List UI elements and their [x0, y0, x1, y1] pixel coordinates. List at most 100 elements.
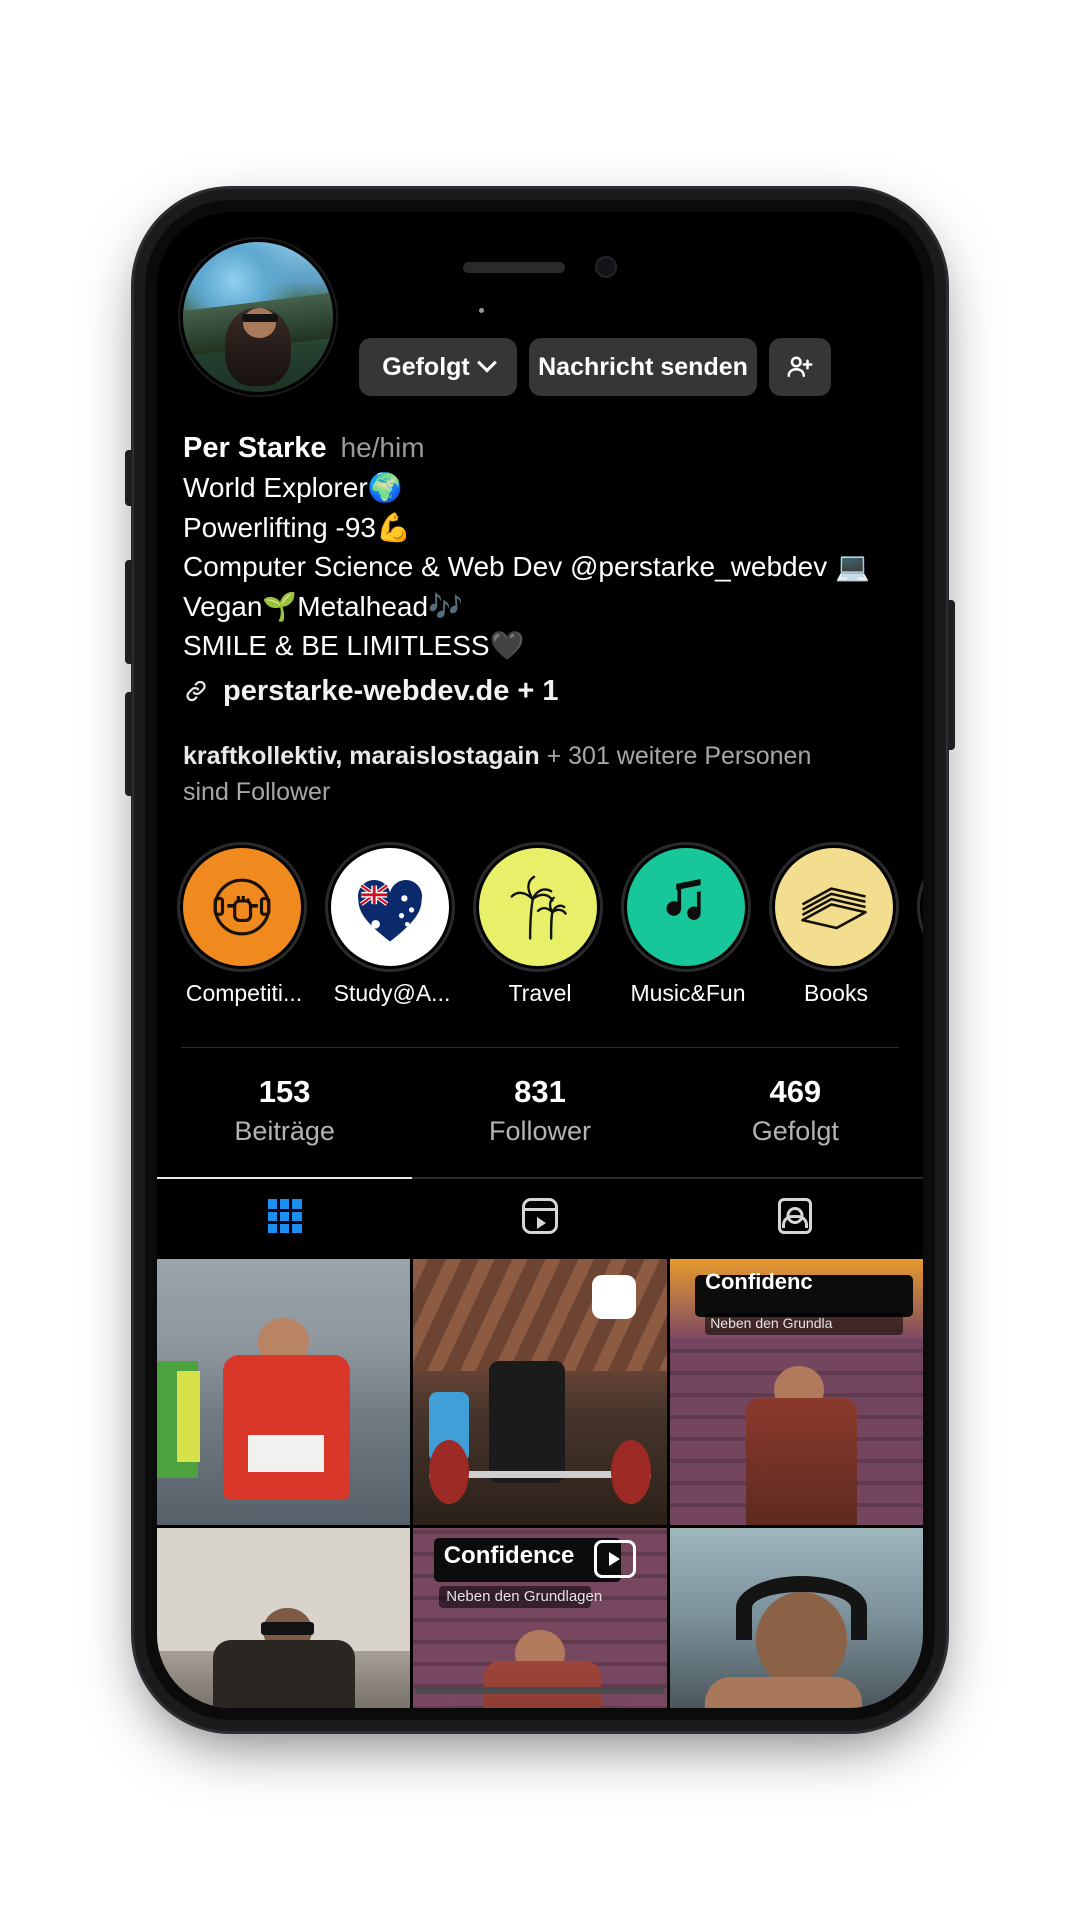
stat-posts[interactable]: 153 Beiträge — [157, 1074, 412, 1147]
post-overlay-subtitle: Neben den Grundla — [710, 1315, 833, 1332]
stat-label: Follower — [488, 1116, 591, 1147]
post-weight-plate — [610, 1440, 652, 1505]
external-link[interactable]: perstarke-webdev.de + 1 — [183, 675, 897, 708]
highlight-cover — [775, 848, 893, 967]
post-thumbnail[interactable] — [413, 1259, 667, 1526]
post-subject-body — [745, 1397, 858, 1526]
post-grid: Confidenc Neben den Grundla Confidence N… — [157, 1253, 923, 1708]
content-tabs — [157, 1177, 923, 1253]
highlight-books[interactable]: Books — [775, 848, 897, 1007]
bio-line-4: Vegan🌱Metalhead🎶 — [183, 590, 463, 622]
tab-grid[interactable] — [157, 1179, 412, 1253]
bio-line-3: Computer Science & Web Dev @perstarke_we… — [183, 551, 870, 583]
grid-icon — [267, 1199, 302, 1234]
highlight-label: Books — [804, 980, 868, 1007]
volume-down-button[interactable] — [125, 692, 132, 796]
stat-value: 831 — [514, 1074, 566, 1110]
stat-value: 469 — [769, 1074, 822, 1110]
highlight-label: Study@A... — [333, 980, 451, 1007]
link-chain-icon — [186, 681, 206, 702]
stat-label: Gefolgt — [751, 1116, 839, 1147]
display-name: Per Starke — [183, 432, 327, 464]
volume-up-button[interactable] — [125, 560, 132, 664]
avatar-sunglasses — [241, 314, 278, 322]
front-camera — [595, 256, 617, 278]
bio-line-1: World Explorer🌍 — [183, 472, 403, 503]
open-book-icon — [801, 887, 867, 930]
link-label: perstarke-webdev.de + 1 — [223, 674, 559, 707]
australia-flag-heart-icon — [357, 880, 423, 942]
screenshot-stage: Gefolgt Nachricht senden Per Starke he/h… — [0, 0, 1080, 1920]
avatar-face — [243, 308, 276, 338]
bio-section: Per Starke he/him World Explorer🌍 Powerl… — [157, 396, 923, 708]
post-thumbnail[interactable]: Confidenc Neben den Grundla — [669, 1259, 923, 1526]
highlight-competitions[interactable]: Competiti... — [183, 848, 305, 1007]
post-overlay-subtitle: Neben den Grundlagen — [446, 1588, 603, 1606]
stat-label: Beiträge — [234, 1116, 335, 1147]
carousel-icon — [592, 1275, 637, 1320]
tab-underline — [157, 1177, 923, 1180]
post-subject-glasses — [260, 1621, 315, 1635]
highlight-label: Music&Fun — [630, 980, 746, 1007]
reels-icon — [521, 1198, 558, 1235]
music-notes-icon — [666, 879, 701, 921]
power-button[interactable] — [948, 600, 955, 750]
followed-button[interactable]: Gefolgt — [359, 338, 517, 396]
mutual-followers[interactable]: kraftkollektiv, maraislostagain + 301 we… — [157, 708, 857, 811]
add-user-button[interactable] — [769, 338, 831, 396]
highlight-cover — [183, 848, 301, 967]
post-overlay-title: Confidenc — [705, 1269, 813, 1295]
dumbbell-fist-icon — [213, 879, 271, 936]
highlight-travel[interactable]: Travel — [479, 848, 601, 1007]
post-thumbnail[interactable] — [157, 1259, 411, 1526]
post-subject-body — [212, 1640, 355, 1708]
highlight-label: Competiti... — [185, 980, 303, 1007]
profile-header: Gefolgt Nachricht senden — [157, 212, 923, 396]
stat-followers[interactable]: 831 Follower — [412, 1074, 667, 1147]
tabs-row — [157, 1179, 923, 1253]
tab-tagged[interactable] — [668, 1179, 923, 1253]
highlight-cover — [627, 848, 745, 967]
chevron-down-icon — [476, 352, 497, 373]
bio-line-2: Powerlifting -93💪 — [183, 511, 411, 543]
post-weight-plate — [428, 1440, 470, 1505]
tagged-icon — [778, 1198, 813, 1235]
highlight-cover — [331, 848, 449, 967]
home-indicator — [415, 1687, 665, 1694]
add-person-icon — [787, 356, 813, 377]
pronouns: he/him — [340, 432, 425, 463]
post-subject-body — [705, 1677, 863, 1708]
silent-switch[interactable] — [125, 450, 132, 506]
post-subject-body — [489, 1360, 566, 1483]
post-headphones — [735, 1576, 868, 1641]
post-bg-shape — [177, 1371, 201, 1462]
tab-active-indicator — [157, 1177, 413, 1180]
send-message-button[interactable]: Nachricht senden — [529, 338, 757, 396]
post-thumbnail[interactable]: Confidence Neben den Grundlagen — [413, 1528, 667, 1708]
post-overlay-title: Confidence — [443, 1542, 575, 1570]
post-thumbnail[interactable] — [157, 1528, 411, 1708]
bio-line-5: SMILE & BE LIMITLESS🖤 — [183, 630, 525, 662]
post-thumbnail[interactable] — [669, 1528, 923, 1708]
post-subject-body — [222, 1355, 350, 1499]
tab-reels[interactable] — [412, 1179, 667, 1253]
phone-screen: Gefolgt Nachricht senden Per Starke he/h… — [157, 212, 923, 1708]
earpiece-speaker — [463, 261, 565, 273]
highlight-music-fun[interactable]: Music&Fun — [627, 848, 749, 1007]
highlight-cover — [479, 848, 597, 967]
post-race-bib — [248, 1435, 325, 1473]
instagram-profile-page: Gefolgt Nachricht senden Per Starke he/h… — [157, 212, 923, 1708]
reels-badge-icon — [594, 1540, 637, 1579]
story-highlights[interactable]: Competiti... Study@A... Travel Music&Fun… — [157, 810, 923, 1007]
name-row: Per Starke he/him — [183, 432, 897, 465]
post-subject-body — [484, 1661, 601, 1708]
mutual-names: kraftkollektiv, maraislostagain — [183, 741, 540, 770]
highlight-study-abroad[interactable]: Study@A... — [331, 848, 453, 1007]
stat-following[interactable]: 469 Gefolgt — [668, 1074, 923, 1147]
dynamic-island — [157, 256, 923, 278]
stats-row: 153 Beiträge 831 Follower 469 Gefolgt — [157, 1048, 923, 1147]
palm-trees-icon — [510, 876, 567, 941]
phone-frame: Gefolgt Nachricht senden Per Starke he/h… — [125, 200, 955, 1720]
stat-value: 153 — [258, 1074, 311, 1110]
highlight-label: Travel — [508, 980, 572, 1007]
